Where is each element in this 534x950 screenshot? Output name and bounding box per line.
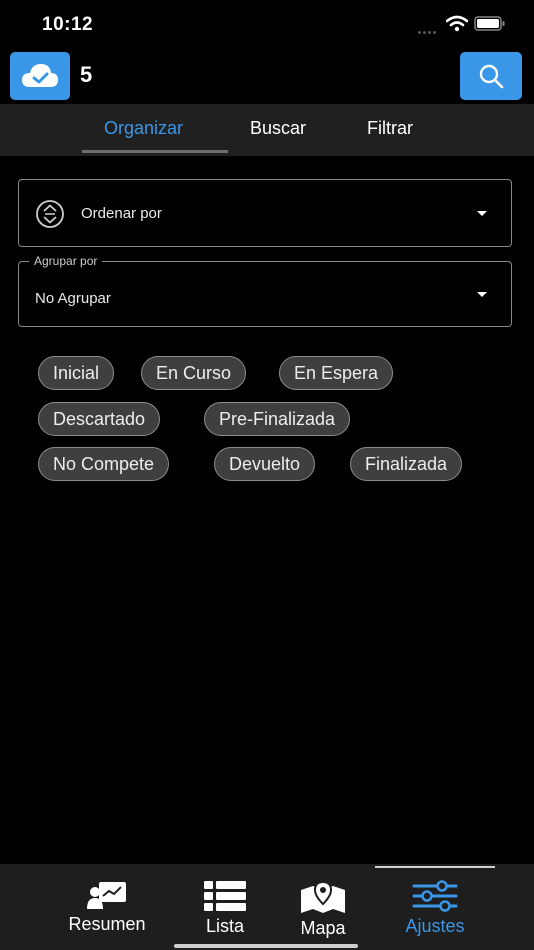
chip-descartado[interactable]: Descartado — [38, 402, 161, 436]
nav-lista[interactable]: Lista — [190, 880, 260, 944]
dropdown-caret-icon — [477, 292, 487, 297]
organize-panel: Ordenar por Agrupar por No Agrupar Inici… — [0, 156, 534, 864]
tab-bar: Organizar Buscar Filtrar — [0, 104, 534, 156]
app-screen: 10:12 5 Organizar Buscar Filtrar Ordenar… — [0, 0, 534, 950]
sort-by-placeholder: Ordenar por — [81, 205, 162, 222]
chip-en-espera[interactable]: En Espera — [279, 356, 394, 390]
sort-by-dropdown[interactable]: Ordenar por — [18, 179, 512, 247]
active-tab-indicator — [82, 150, 228, 153]
chip-en-curso[interactable]: En Curso — [141, 356, 247, 390]
chip-inicial[interactable]: Inicial — [38, 356, 115, 390]
nav-label: Ajustes — [405, 916, 465, 936]
app-header: 5 — [0, 50, 534, 104]
tab-organizar[interactable]: Organizar — [104, 118, 183, 139]
summary-icon — [87, 882, 126, 909]
home-indicator — [174, 944, 358, 948]
cloud-check-icon — [22, 64, 58, 87]
tab-buscar[interactable]: Buscar — [250, 118, 306, 139]
bottom-navigation: Resumen Lista Mapa Ajustes — [0, 864, 534, 950]
dropdown-caret-icon — [477, 211, 487, 216]
nav-mapa[interactable]: Mapa — [288, 880, 358, 944]
status-bar: 10:12 — [0, 0, 534, 50]
group-by-dropdown[interactable]: Agrupar por No Agrupar — [18, 254, 512, 327]
settings-sliders-icon — [412, 880, 458, 912]
nav-resumen[interactable]: Resumen — [56, 880, 158, 944]
signal-dots-icon — [418, 21, 440, 34]
chip-pre-finalizada[interactable]: Pre-Finalizada — [204, 402, 351, 436]
group-by-label: Agrupar por — [29, 254, 103, 268]
item-count: 5 — [80, 62, 93, 87]
chip-no-compete[interactable]: No Compete — [38, 447, 170, 481]
chip-devuelto[interactable]: Devuelto — [214, 447, 316, 481]
nav-separator — [375, 866, 495, 868]
chip-finalizada[interactable]: Finalizada — [350, 447, 463, 481]
search-button[interactable] — [460, 52, 522, 100]
wifi-icon — [446, 15, 468, 32]
nav-label: Mapa — [300, 918, 346, 938]
battery-icon — [474, 16, 505, 31]
sort-icon — [36, 200, 64, 228]
map-icon — [301, 880, 345, 913]
status-time: 10:12 — [42, 14, 94, 35]
search-icon — [479, 64, 504, 89]
nav-label: Resumen — [68, 914, 146, 934]
list-icon — [204, 881, 246, 911]
nav-label: Lista — [205, 916, 245, 936]
sync-button[interactable] — [10, 52, 70, 100]
group-by-value: No Agrupar — [35, 290, 111, 307]
tab-filtrar[interactable]: Filtrar — [367, 118, 413, 139]
nav-ajustes[interactable]: Ajustes — [392, 880, 478, 944]
